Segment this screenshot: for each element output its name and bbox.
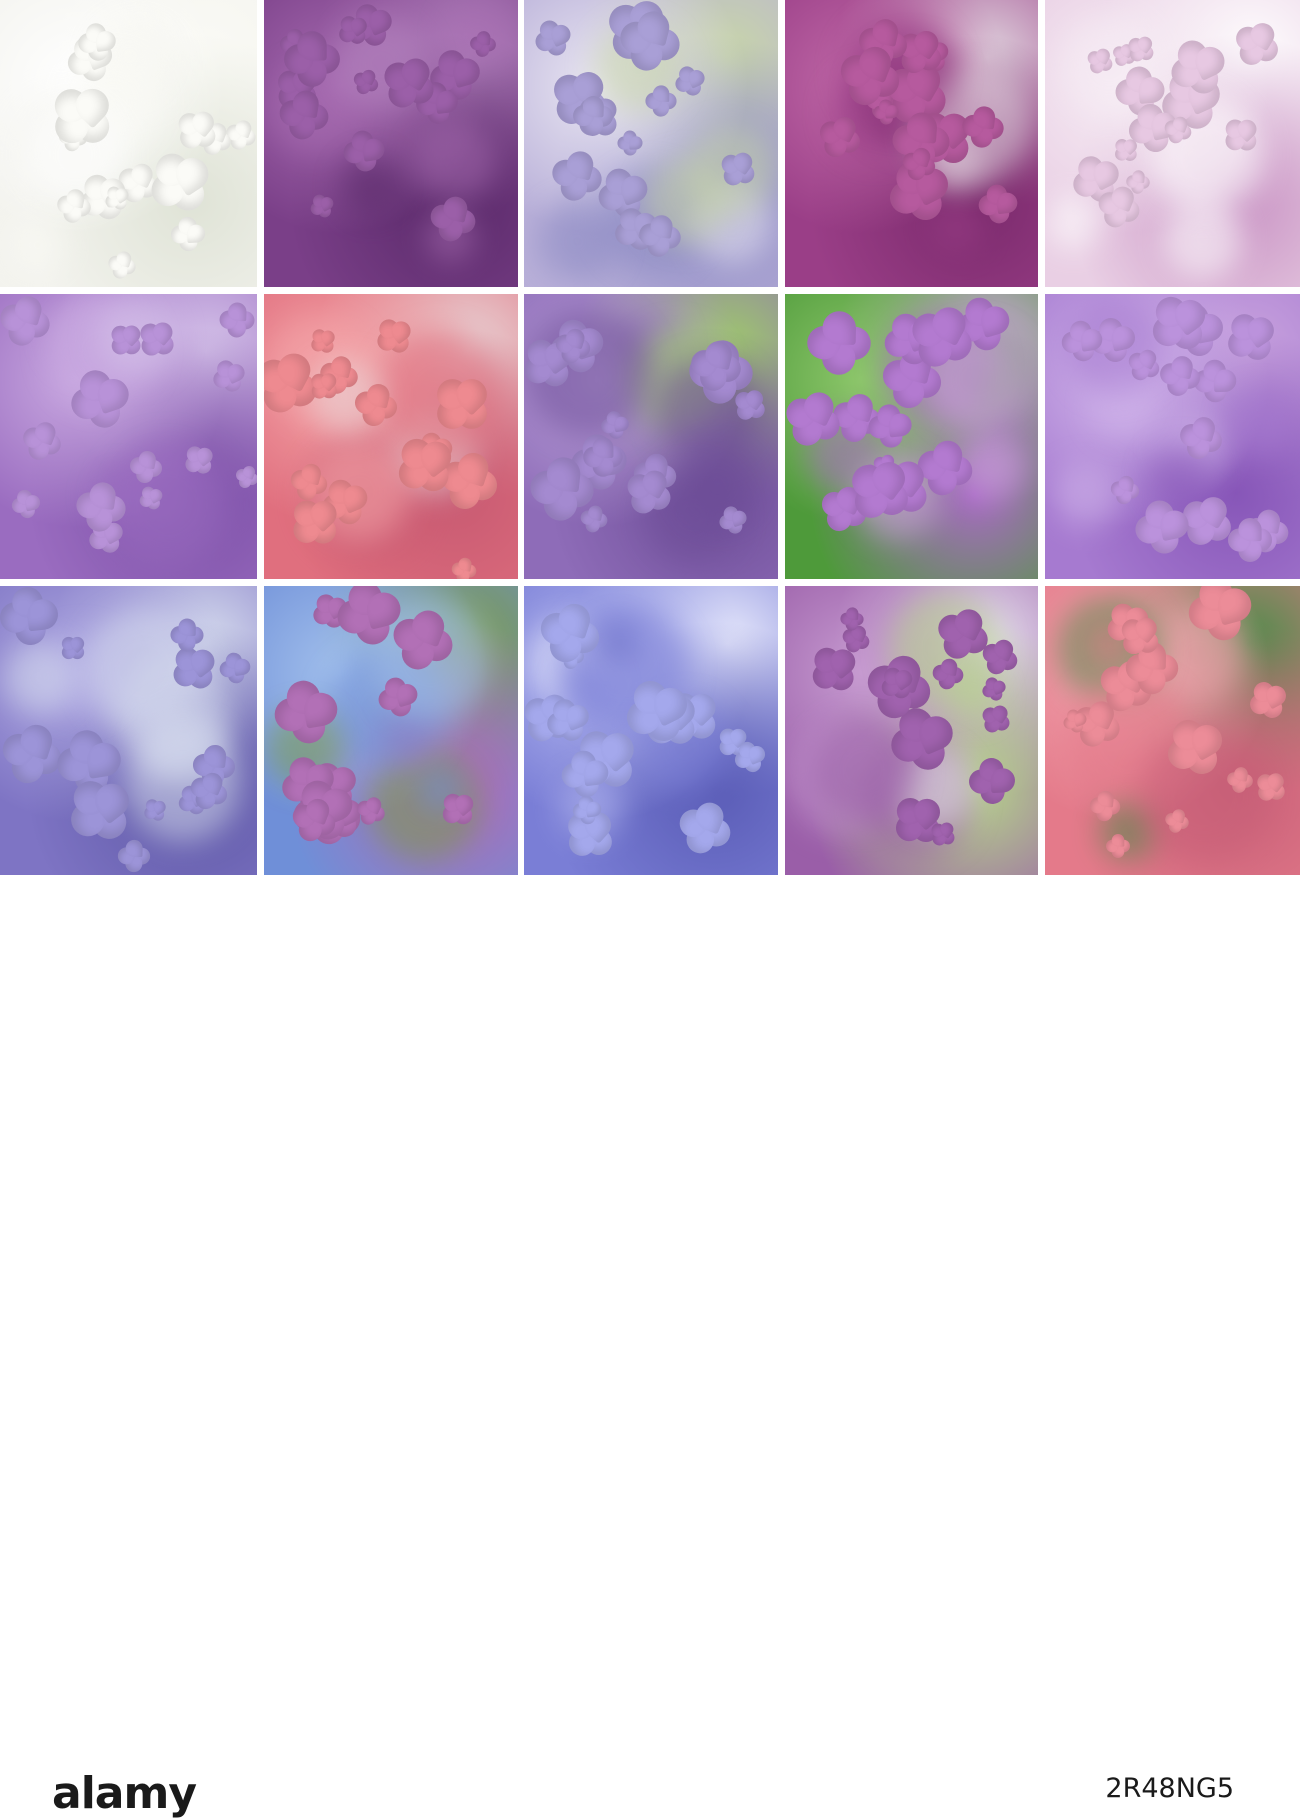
lilac-floret xyxy=(72,17,123,68)
lilac-floret xyxy=(1224,514,1277,567)
stock-image-id: 2R48NG5 xyxy=(1105,1773,1234,1804)
lilac-floret xyxy=(1054,313,1110,369)
photo-tile-pale-pink-lilac xyxy=(1045,0,1300,287)
lilac-floret xyxy=(302,186,341,225)
lilac-floret xyxy=(963,752,1021,810)
lilac-floret xyxy=(1124,489,1200,565)
lilac-floret xyxy=(553,742,616,805)
lilac-floret xyxy=(336,123,393,180)
lilac-floret xyxy=(0,586,67,654)
lilac-photo-collage xyxy=(0,0,1300,875)
lilac-floret xyxy=(972,178,1024,230)
lilac-floret xyxy=(420,186,486,252)
photo-tile-purple-lilac-buds xyxy=(264,0,518,287)
photo-tile-lilac-blue-sky xyxy=(264,586,518,875)
photo-tile-blue-lilac-branch xyxy=(0,586,257,875)
lilac-floret xyxy=(5,484,46,525)
lilac-floret xyxy=(524,447,604,531)
photo-tile-coral-pink-lilac xyxy=(264,294,518,579)
alamy-logo: alamy xyxy=(52,1768,197,1819)
lilac-floret xyxy=(229,459,257,495)
lilac-floret xyxy=(568,91,618,141)
lilac-floret xyxy=(955,99,1011,155)
lilac-floret xyxy=(631,207,689,265)
lilac-floret xyxy=(215,299,257,343)
lilac-floret xyxy=(837,604,866,633)
photo-tile-white-lilac xyxy=(0,0,257,287)
photo-tile-lilac-macro-violet xyxy=(1045,294,1300,579)
photo-tile-lilac-garden-bokeh xyxy=(785,586,1038,875)
photo-tile-lavender-lilac-sunlight xyxy=(524,0,778,287)
lilac-floret xyxy=(50,182,98,230)
lilac-floret xyxy=(446,553,481,579)
lilac-floret xyxy=(800,304,878,382)
lilac-floret xyxy=(1104,831,1133,860)
lilac-floret xyxy=(466,27,500,61)
lilac-floret xyxy=(1237,669,1299,731)
lilac-floret xyxy=(679,329,752,402)
stock-image-id-value: 2R48NG5 xyxy=(1105,1773,1234,1804)
lilac-floret xyxy=(664,786,747,869)
photo-tile-periwinkle-lilac xyxy=(524,586,778,875)
lilac-floret xyxy=(166,615,207,656)
lilac-floret xyxy=(101,244,143,286)
lilac-floret xyxy=(12,410,73,471)
photo-tile-lilac-petals-green-bg xyxy=(524,294,778,579)
lilac-floret xyxy=(861,397,919,455)
lilac-floret xyxy=(1085,786,1125,826)
stock-footer: alamy 2R48NG5 xyxy=(0,875,1300,1819)
lilac-floret xyxy=(264,668,350,756)
photo-tile-lilac-with-leaves xyxy=(785,294,1038,579)
lilac-floret xyxy=(270,81,338,149)
photo-tile-magenta-lilac-cluster xyxy=(785,0,1038,287)
photo-tile-violet-lilac-closeup xyxy=(0,294,257,579)
lilac-floret xyxy=(203,350,256,403)
photo-tile-pink-lilac-green xyxy=(1045,586,1300,875)
